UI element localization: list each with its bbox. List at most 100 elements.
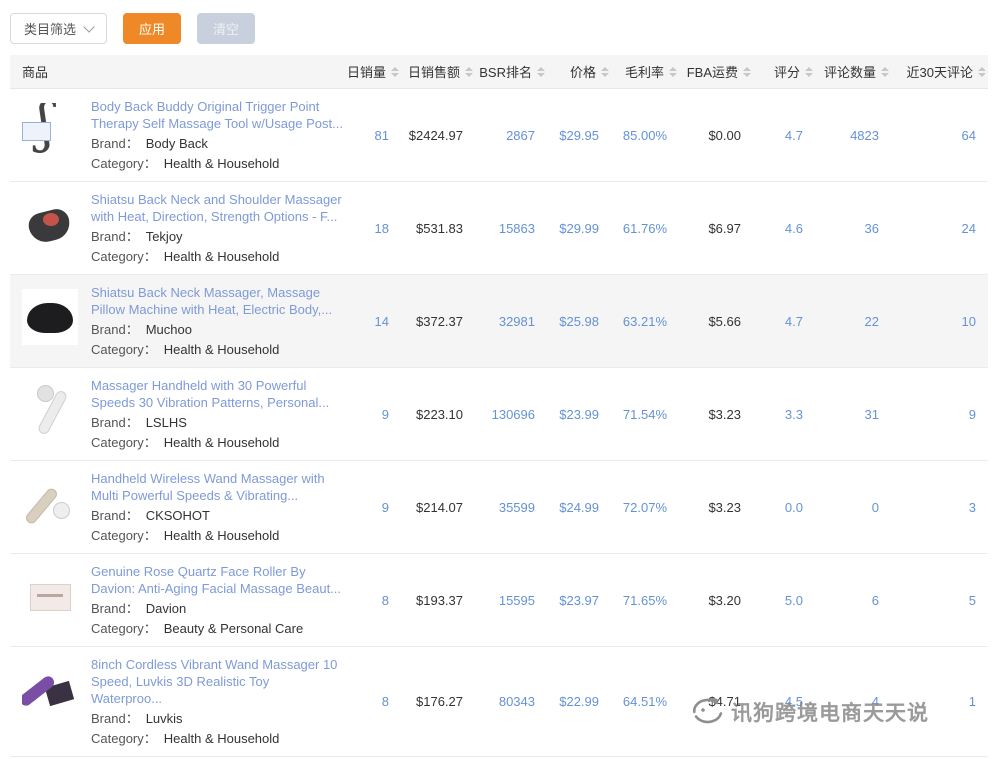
category-value: Health & Household: [164, 156, 280, 171]
column-header-reviews-30d[interactable]: 近30天评论: [891, 55, 988, 89]
reviews-value[interactable]: 36: [815, 182, 891, 275]
product-title-link[interactable]: Handheld Wireless Wand Massager with Mul…: [91, 470, 343, 504]
column-header-bsr-rank[interactable]: BSR排名: [475, 55, 547, 89]
product-thumbnail[interactable]: [22, 661, 78, 717]
bsr-rank-value[interactable]: 35599: [475, 461, 547, 554]
reviews-value[interactable]: 0: [815, 461, 891, 554]
margin-value[interactable]: 72.07%: [611, 461, 679, 554]
price-value[interactable]: $25.98: [547, 275, 611, 368]
category-label: Category：: [91, 528, 157, 543]
column-header-price[interactable]: 价格: [547, 55, 611, 89]
daily-sales-value[interactable]: 8: [345, 554, 401, 647]
reviews-30d-value[interactable]: 9: [891, 368, 988, 461]
rating-value[interactable]: 4.7: [753, 275, 815, 368]
reviews-30d-value[interactable]: 64: [891, 89, 988, 182]
column-header-label: 评论数量: [824, 62, 876, 81]
bsr-rank-value[interactable]: 130696: [475, 368, 547, 461]
reviews-value[interactable]: 4: [815, 647, 891, 757]
product-title-link[interactable]: Shiatsu Back Neck and Shoulder Massager …: [91, 191, 343, 225]
price-value[interactable]: $29.99: [547, 182, 611, 275]
category-line: Category：Beauty & Personal Care: [91, 620, 343, 637]
product-thumbnail[interactable]: [22, 196, 78, 252]
bsr-rank-value[interactable]: 15595: [475, 554, 547, 647]
sort-icon[interactable]: [743, 67, 751, 77]
reviews-value[interactable]: 22: [815, 275, 891, 368]
column-header-label: 日销量: [347, 62, 386, 81]
price-value[interactable]: $23.97: [547, 554, 611, 647]
table-row: Massager Handheld with 30 Powerful Speed…: [10, 368, 988, 461]
daily-sales-value[interactable]: 9: [345, 368, 401, 461]
rating-value[interactable]: 0.0: [753, 461, 815, 554]
price-value[interactable]: $29.95: [547, 89, 611, 182]
daily-sales-value[interactable]: 18: [345, 182, 401, 275]
daily-sales-value[interactable]: 9: [345, 461, 401, 554]
table-row: 8inch Cordless Vibrant Wand Massager 10 …: [10, 647, 988, 757]
bsr-rank-value[interactable]: 80343: [475, 647, 547, 757]
margin-value[interactable]: 85.00%: [611, 89, 679, 182]
sort-icon[interactable]: [669, 67, 677, 77]
reviews-30d-value[interactable]: 5: [891, 554, 988, 647]
rating-value[interactable]: 4.6: [753, 182, 815, 275]
brand-value: Muchoo: [146, 322, 192, 337]
column-header-review-count[interactable]: 评论数量: [815, 55, 891, 89]
column-header-margin[interactable]: 毛利率: [611, 55, 679, 89]
reviews-30d-value[interactable]: 10: [891, 275, 988, 368]
product-thumbnail[interactable]: [22, 103, 78, 159]
rating-value[interactable]: 4.5: [753, 647, 815, 757]
fba-fee-value: $3.20: [679, 554, 753, 647]
sort-icon[interactable]: [881, 67, 889, 77]
column-header-fba-fee[interactable]: FBA运费: [679, 55, 753, 89]
category-label: Category：: [91, 342, 157, 357]
rating-value[interactable]: 4.7: [753, 89, 815, 182]
category-label: Category：: [91, 435, 157, 450]
bsr-rank-value[interactable]: 15863: [475, 182, 547, 275]
price-value[interactable]: $22.99: [547, 647, 611, 757]
product-title-link[interactable]: Massager Handheld with 30 Powerful Speed…: [91, 377, 343, 411]
fba-fee-value: $6.97: [679, 182, 753, 275]
sort-icon[interactable]: [978, 67, 986, 77]
daily-sales-value[interactable]: 8: [345, 647, 401, 757]
reviews-30d-value[interactable]: 3: [891, 461, 988, 554]
sort-icon[interactable]: [537, 67, 545, 77]
product-thumbnail[interactable]: [22, 382, 78, 438]
margin-value[interactable]: 71.54%: [611, 368, 679, 461]
rating-value[interactable]: 5.0: [753, 554, 815, 647]
margin-value[interactable]: 61.76%: [611, 182, 679, 275]
price-value[interactable]: $23.99: [547, 368, 611, 461]
reviews-30d-value[interactable]: 24: [891, 182, 988, 275]
column-header-rating[interactable]: 评分: [753, 55, 815, 89]
product-thumbnail[interactable]: [22, 475, 78, 531]
margin-value[interactable]: 63.21%: [611, 275, 679, 368]
daily-sales-value[interactable]: 81: [345, 89, 401, 182]
product-title-link[interactable]: 8inch Cordless Vibrant Wand Massager 10 …: [91, 656, 343, 707]
sort-icon[interactable]: [465, 67, 473, 77]
sort-icon[interactable]: [805, 67, 813, 77]
brand-line: Brand：LSLHS: [91, 414, 343, 431]
bsr-rank-value[interactable]: 32981: [475, 275, 547, 368]
daily-sales-value[interactable]: 14: [345, 275, 401, 368]
price-value[interactable]: $24.99: [547, 461, 611, 554]
sort-icon[interactable]: [391, 67, 399, 77]
reviews-value[interactable]: 4823: [815, 89, 891, 182]
product-thumbnail[interactable]: [22, 289, 78, 345]
product-thumbnail[interactable]: [22, 568, 78, 624]
reviews-30d-value[interactable]: 1: [891, 647, 988, 757]
apply-button[interactable]: 应用: [123, 13, 181, 44]
margin-value[interactable]: 71.65%: [611, 554, 679, 647]
category-filter-dropdown[interactable]: 类目筛选: [10, 13, 107, 44]
bsr-rank-value[interactable]: 2867: [475, 89, 547, 182]
product-title-link[interactable]: Shiatsu Back Neck Massager, Massage Pill…: [91, 284, 343, 318]
daily-revenue-value: $223.10: [401, 368, 475, 461]
brand-label: Brand：: [91, 136, 139, 151]
column-header-daily-revenue[interactable]: 日销售额: [401, 55, 475, 89]
sort-icon[interactable]: [601, 67, 609, 77]
reviews-value[interactable]: 6: [815, 554, 891, 647]
fba-fee-value: $4.71: [679, 647, 753, 757]
product-title-link[interactable]: Body Back Buddy Original Trigger Point T…: [91, 98, 343, 132]
category-value: Health & Household: [164, 435, 280, 450]
rating-value[interactable]: 3.3: [753, 368, 815, 461]
margin-value[interactable]: 64.51%: [611, 647, 679, 757]
column-header-daily-sales[interactable]: 日销量: [345, 55, 401, 89]
reviews-value[interactable]: 31: [815, 368, 891, 461]
product-title-link[interactable]: Genuine Rose Quartz Face Roller By Davio…: [91, 563, 343, 597]
